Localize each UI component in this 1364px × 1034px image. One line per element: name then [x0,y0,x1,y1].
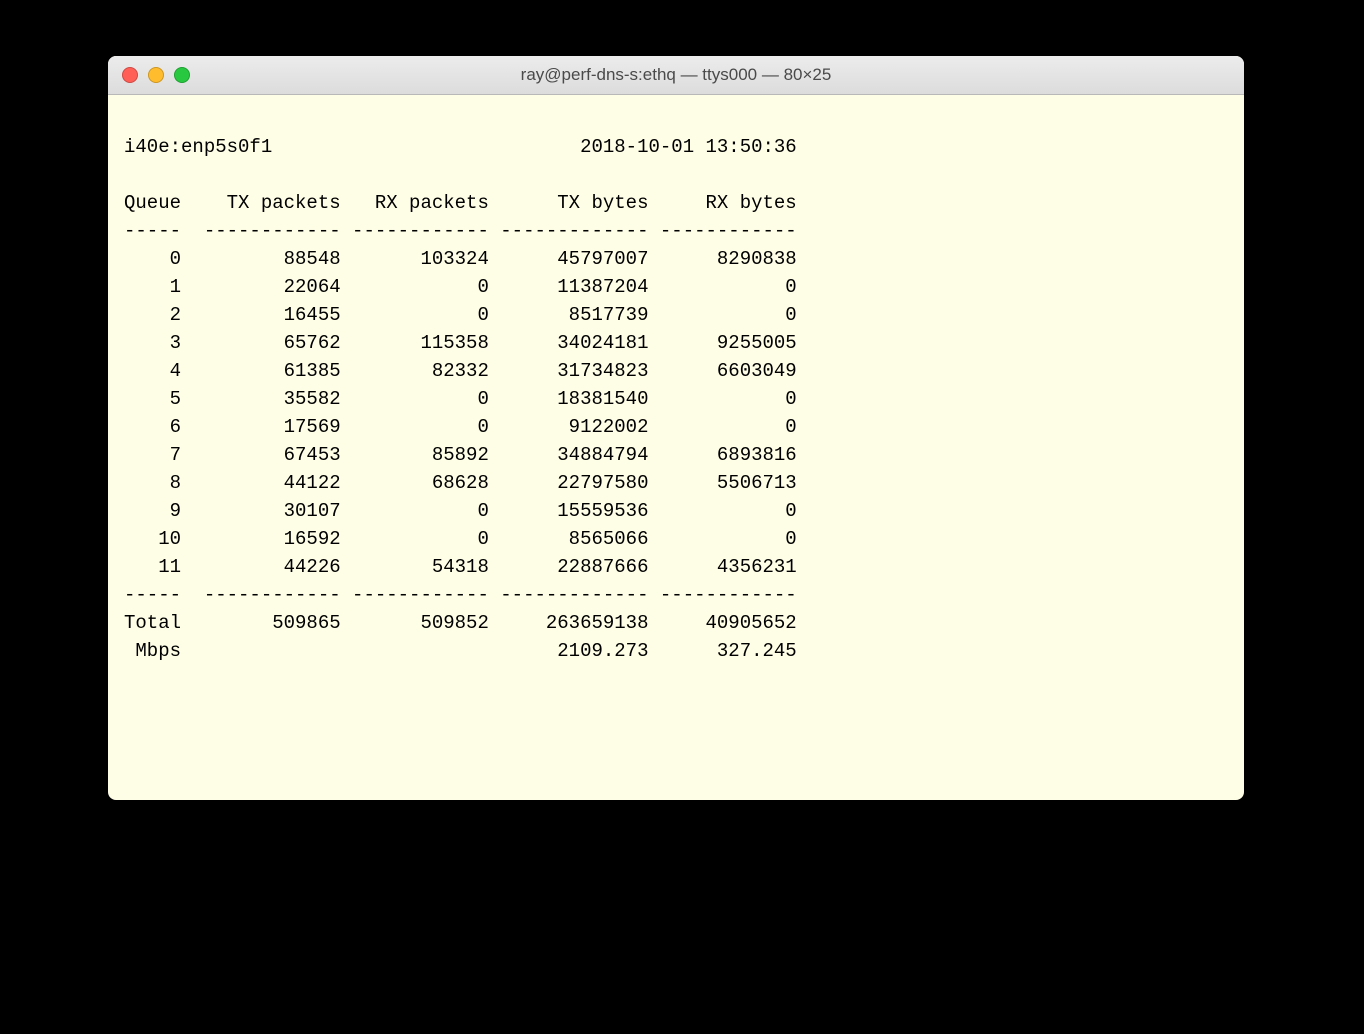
terminal-content[interactable]: i40e:enp5s0f1 2018-10-01 13:50:36 Queue … [108,95,1244,800]
window-title: ray@perf-dns-s:ethq — ttys000 — 80×25 [108,65,1244,85]
close-icon[interactable] [122,67,138,83]
minimize-icon[interactable] [148,67,164,83]
terminal-window: ray@perf-dns-s:ethq — ttys000 — 80×25 i4… [108,56,1244,800]
zoom-icon[interactable] [174,67,190,83]
window-titlebar[interactable]: ray@perf-dns-s:ethq — ttys000 — 80×25 [108,56,1244,95]
traffic-lights [122,67,190,83]
